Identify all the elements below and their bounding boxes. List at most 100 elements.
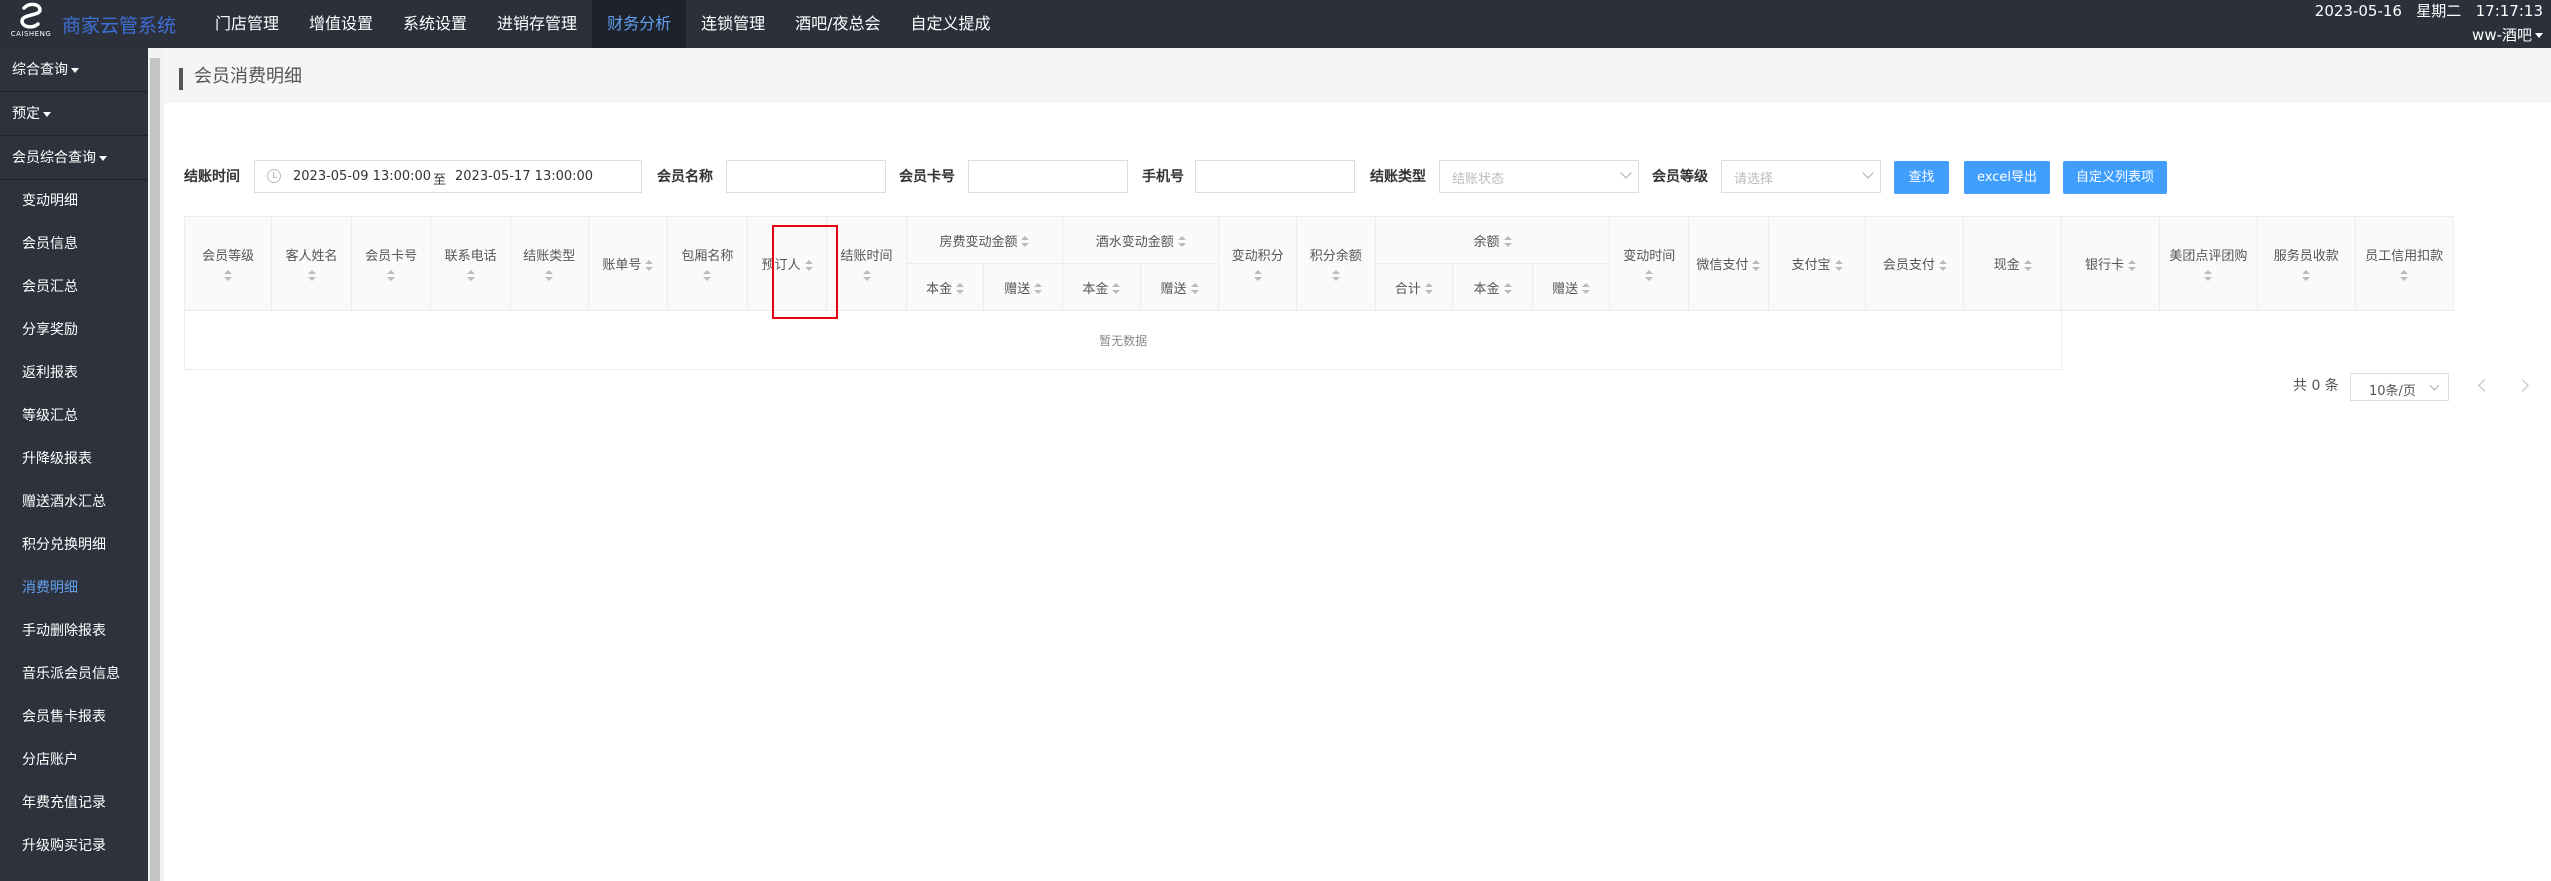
col-meituan[interactable]: 美团点评团购 xyxy=(2158,216,2258,311)
sort-icon[interactable] xyxy=(1645,270,1654,282)
sidebar-item-annual-recharge[interactable]: 年费充值记录 xyxy=(0,782,148,825)
col-balance-principal[interactable]: 本金 xyxy=(1452,263,1533,311)
col-drink-change[interactable]: 酒水变动金额 xyxy=(1062,216,1220,264)
sidebar-item-upgrade-purchase[interactable]: 升级购买记录 xyxy=(0,825,148,868)
sort-icon[interactable] xyxy=(2023,259,2032,272)
sidebar-item-level-summary[interactable]: 等级汇总 xyxy=(0,395,148,438)
col-cash[interactable]: 现金 xyxy=(1963,216,2063,311)
col-bill-no[interactable]: 账单号 xyxy=(587,216,669,311)
sidebar-group-query[interactable]: 综合查询 xyxy=(0,48,148,92)
nav-inventory[interactable]: 进销存管理 xyxy=(482,0,592,48)
next-page-icon[interactable] xyxy=(2516,379,2529,392)
sort-icon[interactable] xyxy=(1034,283,1043,295)
col-change-time[interactable]: 变动时间 xyxy=(1609,216,1690,311)
user-menu[interactable]: ww-酒吧 xyxy=(2472,24,2543,45)
col-room-fee-change[interactable]: 房费变动金额 xyxy=(905,216,1064,264)
sort-icon[interactable] xyxy=(1752,259,1761,272)
sidebar-item-upgrade-report[interactable]: 升降级报表 xyxy=(0,438,148,481)
sidebar-item-change-detail[interactable]: 变动明细 xyxy=(0,180,148,223)
sort-icon[interactable] xyxy=(1503,283,1512,295)
col-guest-name[interactable]: 客人姓名 xyxy=(271,216,352,311)
sort-icon[interactable] xyxy=(645,259,654,272)
prev-page-icon[interactable] xyxy=(2478,379,2491,392)
brand-title[interactable]: 商家云管系统 xyxy=(62,11,176,38)
sort-icon[interactable] xyxy=(387,270,396,282)
sidebar-item-manual-delete[interactable]: 手动删除报表 xyxy=(0,610,148,653)
col-points-change[interactable]: 变动积分 xyxy=(1218,216,1297,311)
col-member-level[interactable]: 会员等级 xyxy=(183,216,273,311)
col-room-gift[interactable]: 赠送 xyxy=(983,263,1064,311)
sort-icon[interactable] xyxy=(1112,283,1121,295)
date-end[interactable]: 2023-05-17 13:00:00 xyxy=(455,169,593,184)
sidebar-scrollbar[interactable] xyxy=(148,48,164,881)
member-name-input[interactable] xyxy=(726,160,886,193)
col-balance[interactable]: 余额 xyxy=(1374,216,1611,264)
logo[interactable]: CAISHENG xyxy=(6,2,56,44)
sidebar-group-reserve[interactable]: 预定 xyxy=(0,92,148,136)
sort-icon[interactable] xyxy=(1503,236,1512,248)
col-bank-card[interactable]: 银行卡 xyxy=(2061,216,2160,311)
sidebar-item-member-summary[interactable]: 会员汇总 xyxy=(0,266,148,309)
sidebar-item-share-reward[interactable]: 分享奖励 xyxy=(0,309,148,352)
sort-icon[interactable] xyxy=(1424,283,1433,295)
col-room-principal[interactable]: 本金 xyxy=(905,263,985,311)
sort-icon[interactable] xyxy=(1177,236,1186,248)
nav-addon[interactable]: 增值设置 xyxy=(294,0,388,48)
custom-columns-button[interactable]: 自定义列表项 xyxy=(2063,161,2167,194)
col-drink-gift[interactable]: 赠送 xyxy=(1139,263,1220,311)
sidebar-item-points-exchange[interactable]: 积分兑换明细 xyxy=(0,524,148,567)
nav-system[interactable]: 系统设置 xyxy=(388,0,482,48)
col-member-card[interactable]: 会员卡号 xyxy=(350,216,432,311)
sort-icon[interactable] xyxy=(1834,259,1843,272)
sort-icon[interactable] xyxy=(2204,270,2213,282)
nav-finance[interactable]: 财务分析 xyxy=(592,0,687,48)
excel-export-button[interactable]: excel导出 xyxy=(1964,161,2050,194)
sort-icon[interactable] xyxy=(703,270,712,282)
col-drink-principal[interactable]: 本金 xyxy=(1062,263,1141,311)
sort-icon[interactable] xyxy=(1021,236,1030,248)
sidebar-item-music-member[interactable]: 音乐派会员信息 xyxy=(0,653,148,696)
sidebar-item-member-info[interactable]: 会员信息 xyxy=(0,223,148,266)
date-range-picker[interactable]: 2023-05-09 13:00:00 至 2023-05-17 13:00:0… xyxy=(254,160,642,193)
nav-store[interactable]: 门店管理 xyxy=(200,0,294,48)
page-size-select[interactable]: 10条/页 xyxy=(2350,373,2449,401)
sort-icon[interactable] xyxy=(2302,270,2311,282)
col-checkout-type[interactable]: 结账类型 xyxy=(509,216,589,311)
sort-icon[interactable] xyxy=(224,270,233,282)
sidebar-group-member[interactable]: 会员综合查询 xyxy=(0,136,148,180)
phone-input[interactable] xyxy=(1195,160,1355,193)
scrollbar-thumb[interactable] xyxy=(150,58,160,881)
sort-icon[interactable] xyxy=(956,283,965,295)
sidebar-item-consumption-detail[interactable]: 消费明细 xyxy=(0,567,148,610)
search-button[interactable]: 查找 xyxy=(1894,161,1949,194)
sort-icon[interactable] xyxy=(862,270,871,282)
sidebar-item-branch-account[interactable]: 分店账户 xyxy=(0,739,148,782)
sort-icon[interactable] xyxy=(1190,283,1199,295)
sort-icon[interactable] xyxy=(1938,259,1947,272)
col-wechat-pay[interactable]: 微信支付 xyxy=(1688,216,1769,311)
sort-icon[interactable] xyxy=(1331,270,1340,282)
col-staff-credit[interactable]: 员工信用扣款 xyxy=(2354,216,2454,311)
sort-icon[interactable] xyxy=(2128,259,2137,272)
sort-icon[interactable] xyxy=(1253,270,1262,282)
col-balance-gift[interactable]: 赠送 xyxy=(1531,263,1611,311)
sort-icon[interactable] xyxy=(545,270,554,282)
checkout-type-select[interactable]: 结账状态 xyxy=(1439,160,1639,193)
col-member-pay[interactable]: 会员支付 xyxy=(1865,216,1965,311)
col-room-name[interactable]: 包厢名称 xyxy=(667,216,748,311)
nav-commission[interactable]: 自定义提成 xyxy=(896,0,1006,48)
sort-icon[interactable] xyxy=(1582,283,1591,295)
sidebar-item-card-sales[interactable]: 会员售卡报表 xyxy=(0,696,148,739)
sort-icon[interactable] xyxy=(307,270,316,282)
col-waiter-collect[interactable]: 服务员收款 xyxy=(2256,216,2356,311)
nav-bar[interactable]: 酒吧/夜总会 xyxy=(780,0,895,48)
member-card-input[interactable] xyxy=(968,160,1128,193)
nav-chain[interactable]: 连锁管理 xyxy=(686,0,780,48)
date-start[interactable]: 2023-05-09 13:00:00 xyxy=(293,169,431,184)
sidebar-item-gift-drinks[interactable]: 赠送酒水汇总 xyxy=(0,481,148,524)
member-level-select[interactable]: 请选择 xyxy=(1721,160,1881,193)
col-checkout-time[interactable]: 结账时间 xyxy=(826,216,907,311)
col-alipay[interactable]: 支付宝 xyxy=(1767,216,1867,311)
sort-icon[interactable] xyxy=(2400,270,2409,282)
sort-icon[interactable] xyxy=(466,270,475,282)
